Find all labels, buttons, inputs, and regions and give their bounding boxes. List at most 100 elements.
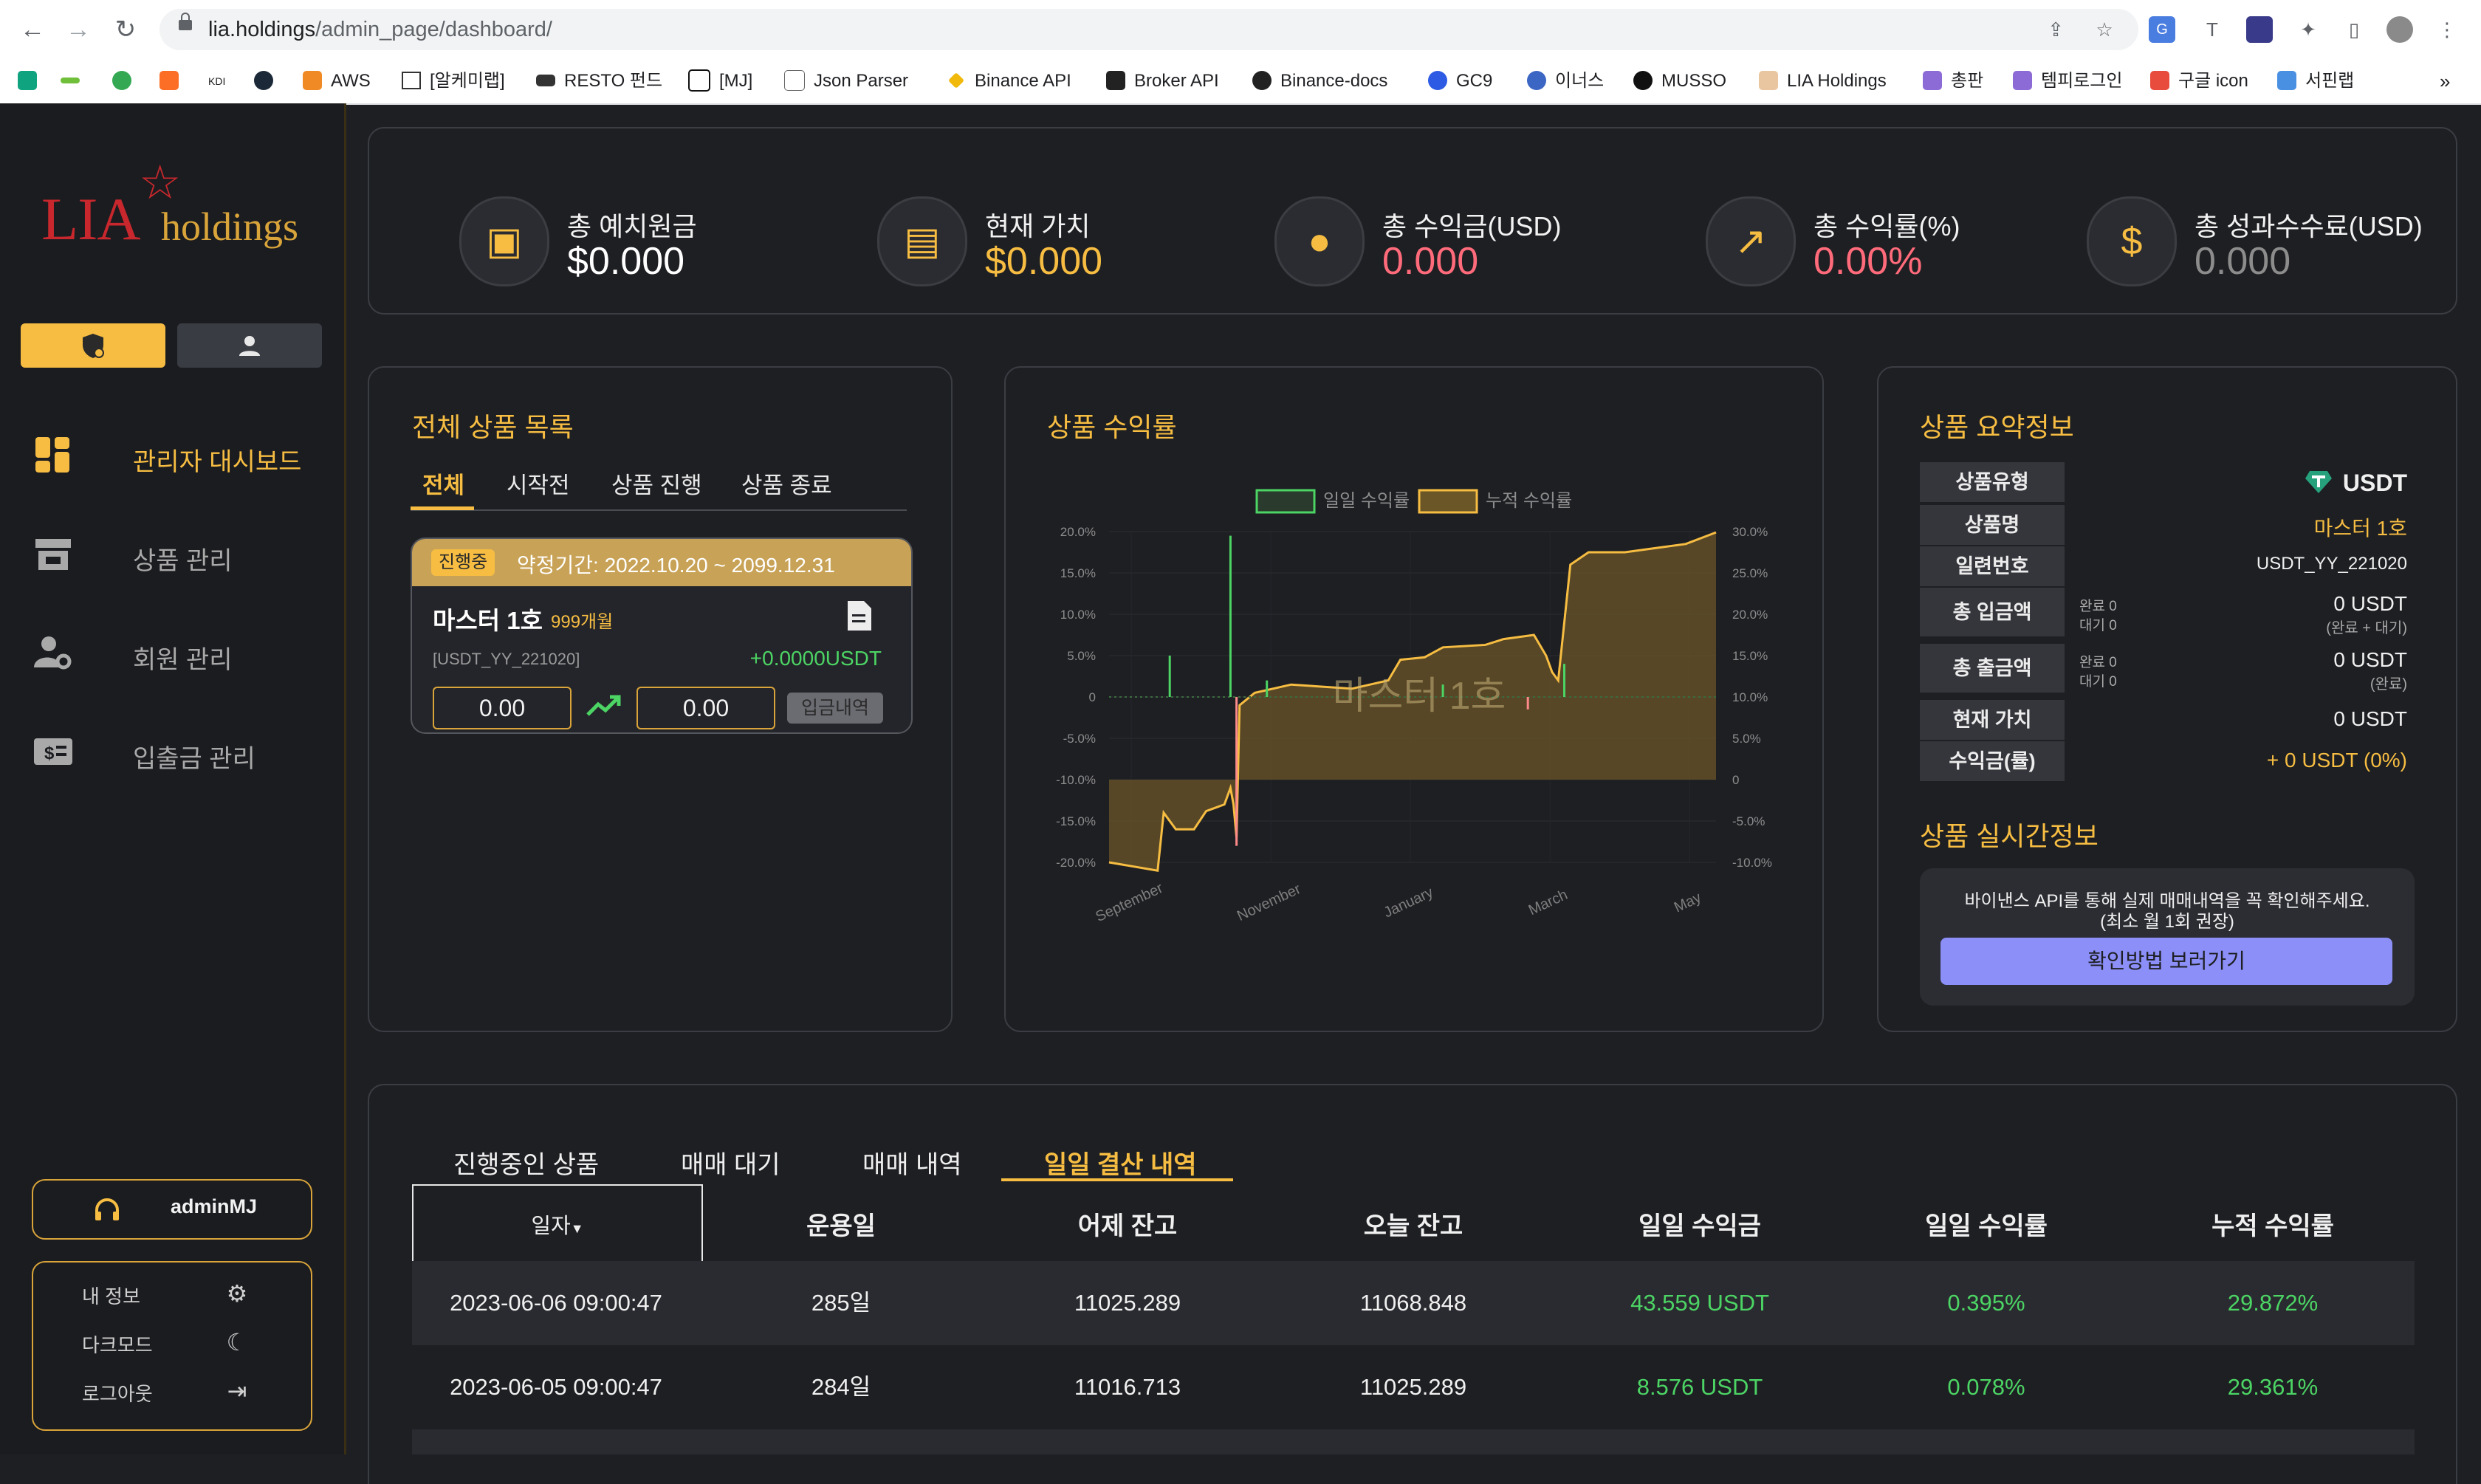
back-arrow-icon[interactable]: ←	[16, 13, 49, 46]
bookmark-binance-api[interactable]: Binance API	[947, 68, 1071, 95]
value-right-box: 0.00	[636, 687, 775, 729]
sidepanel-icon[interactable]: ▯	[2341, 16, 2367, 43]
tab-trade-pending[interactable]: 매매 대기	[681, 1144, 780, 1181]
return-rate-chart[interactable]: 20.0% 15.0% 10.0% 5.0% 0 -5.0% -10.0% -15.0% -20…	[1006, 368, 1822, 1031]
chart-y-left-tick: 20.0%	[1060, 525, 1096, 539]
piggy-bank-icon: ●	[1308, 220, 1331, 263]
user-mode-toggle[interactable]	[177, 323, 322, 368]
bookmark-gitlab[interactable]	[159, 68, 188, 95]
text-extension-icon[interactable]: T	[2199, 16, 2226, 43]
url-host: lia.holdings	[208, 18, 316, 41]
status-badge: 진행중	[431, 549, 495, 576]
bookmark-binance-docs[interactable]: Binance-docs	[1252, 68, 1387, 95]
bookmark-surfin-lab[interactable]: 서핀랩	[2277, 68, 2354, 95]
chart-y-left-tick: 0	[1089, 690, 1096, 704]
product-code: [USDT_YY_221020]	[433, 650, 580, 668]
bookmark-line[interactable]	[61, 68, 89, 95]
menu-admin-dashboard[interactable]: 관리자 대시보드	[32, 433, 328, 477]
tab-active-products[interactable]: 진행중인 상품	[453, 1144, 599, 1181]
color-extension-icon[interactable]	[2246, 16, 2273, 43]
bookmark-star-icon[interactable]: ☆	[2091, 16, 2118, 43]
header-date[interactable]: 일자▼	[414, 1187, 701, 1265]
chart-y-right-tick: 5.0%	[1732, 732, 1761, 746]
tab-daily-settlement[interactable]: 일일 결산 내역	[1044, 1144, 1197, 1181]
table-row[interactable]: 2023-06-05 09:00:47 284일 11016.713 11025…	[412, 1345, 2415, 1429]
header-daily-return: 일일 수익률	[1925, 1212, 2048, 1240]
chart-y-right-tick: 25.0%	[1732, 566, 1768, 580]
extensions-puzzle-icon[interactable]: ✦	[2295, 16, 2322, 43]
value-left-box: 0.00	[433, 687, 572, 729]
forward-arrow-icon[interactable]: →	[62, 13, 95, 46]
bookmark-gc9[interactable]: GC9	[1428, 68, 1492, 95]
view-guide-button[interactable]: 확인방법 보러가기	[1940, 938, 2392, 985]
table-row[interactable]	[412, 1429, 2415, 1454]
share-icon[interactable]: ⇪	[2042, 16, 2069, 43]
tab-trade-history[interactable]: 매매 내역	[862, 1144, 962, 1181]
tab-all[interactable]: 전체	[422, 467, 464, 500]
lia-holdings-logo[interactable]: ☆ LIA holdings	[37, 155, 310, 258]
logout-item[interactable]: 로그아웃 ⇥	[33, 1366, 311, 1413]
tether-icon	[2305, 471, 2332, 493]
chart-y-left-tick: -20.0%	[1056, 856, 1096, 870]
legend-cumulative-swatch	[1418, 489, 1478, 514]
bookmark-musso[interactable]: MUSSO	[1633, 68, 1726, 95]
legend-daily-swatch	[1255, 489, 1316, 514]
daily-return-bar	[1526, 697, 1529, 710]
bookmark-steam[interactable]	[254, 68, 282, 95]
user-settings-icon	[34, 636, 72, 670]
tab-before-start[interactable]: 시작전	[507, 467, 570, 500]
profile-avatar[interactable]	[2386, 16, 2413, 43]
tab-active-indicator	[411, 506, 474, 510]
sidebar: ☆ LIA holdings 관리자 대시보드 상품 관리 회원 관리 $ 입출…	[0, 103, 346, 1454]
dollar-bill-icon: $	[2121, 220, 2143, 263]
menu-deposit-withdrawal[interactable]: $ 입출금 관리	[32, 729, 328, 774]
translate-extension-icon[interactable]: G	[2149, 16, 2175, 43]
reload-icon[interactable]: ↻	[109, 13, 142, 46]
headset-icon	[95, 1198, 119, 1220]
bookmark-alchemy[interactable]: [알케미랩]	[402, 68, 505, 95]
bookmark-chatgpt[interactable]	[18, 68, 46, 95]
header-yesterday-balance: 어제 잔고	[1077, 1212, 1178, 1240]
bookmark-inus[interactable]: 이너스	[1527, 68, 1604, 95]
deposit-history-button[interactable]: 입금내역	[787, 693, 883, 724]
bookmark-lia-holdings[interactable]: LIA Holdings	[1759, 68, 1887, 95]
bookmarks-overflow-icon[interactable]: »	[2440, 68, 2450, 95]
bookmark-google[interactable]	[112, 68, 140, 95]
trending-up-icon: ↗	[1734, 220, 1767, 263]
chart-y-right-tick: 30.0%	[1732, 525, 1768, 539]
bookmark-kdi[interactable]: KDI	[208, 68, 225, 95]
tab-in-progress[interactable]: 상품 진행	[611, 467, 702, 500]
chart-x-tick: May	[1672, 890, 1704, 916]
product-list-panel: 전체 상품 목록 전체 시작전 상품 진행 상품 종료 진행중 약정기간: 20…	[368, 366, 953, 1032]
admin-mode-toggle[interactable]	[21, 323, 165, 368]
menu-product-management[interactable]: 상품 관리	[32, 532, 328, 576]
bookmark-chongpan[interactable]: 총판	[1923, 68, 1983, 95]
my-info-item[interactable]: 내 정보 ⚙	[33, 1268, 311, 1316]
chart-y-left-tick: -5.0%	[1063, 732, 1096, 746]
bookmark-google-icon[interactable]: 구글 icon	[2150, 68, 2248, 95]
product-card-header: 진행중 약정기간: 2022.10.20 ~ 2099.12.31	[412, 539, 911, 586]
moon-icon: ☾	[226, 1329, 248, 1356]
bookmark-aws[interactable]: AWS	[303, 68, 371, 95]
bookmark-json-parser[interactable]: Json Parser	[784, 68, 908, 95]
bookmark-mj[interactable]: [MJ]	[688, 68, 752, 95]
menu-member-management[interactable]: 회원 관리	[32, 631, 328, 675]
chart-y-left-tick: 15.0%	[1060, 566, 1096, 580]
legend-daily-label: 일일 수익률	[1323, 491, 1410, 511]
bookmark-temp-login[interactable]: 템피로그인	[2013, 68, 2122, 95]
chart-y-right-tick: 10.0%	[1732, 690, 1768, 704]
table-row[interactable]: 2023-06-06 09:00:47 285일 11025.289 11068…	[412, 1261, 2415, 1345]
document-icon[interactable]	[845, 600, 874, 632]
url-path: /admin_page/dashboard/	[315, 18, 552, 41]
dark-mode-item[interactable]: 다크모드 ☾	[33, 1317, 311, 1364]
logout-icon: ⇥	[227, 1378, 247, 1404]
address-bar[interactable]: lia.holdings/admin_page/dashboard/	[159, 9, 2138, 50]
bookmark-resto[interactable]: RESTO 펀드	[536, 68, 662, 95]
product-card[interactable]: 진행중 약정기간: 2022.10.20 ~ 2099.12.31 마스터 1호…	[411, 537, 913, 734]
tab-ended[interactable]: 상품 종료	[741, 467, 832, 500]
chart-y-right-tick: 15.0%	[1732, 649, 1768, 663]
daily-return-bar	[1235, 697, 1238, 846]
bookmark-broker-api[interactable]: Broker API	[1106, 68, 1219, 95]
more-menu-icon[interactable]: ⋮	[2434, 16, 2460, 43]
admin-user-pill[interactable]: adminMJ	[32, 1179, 312, 1240]
